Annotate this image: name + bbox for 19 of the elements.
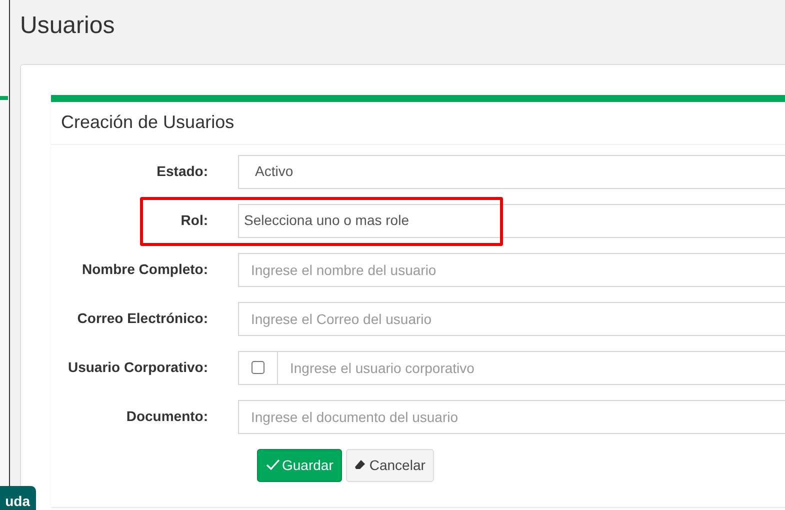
page-title: Usuarios (20, 11, 116, 41)
sidebar-marker (0, 96, 8, 100)
input-field[interactable]: Ingrese el Correo del usuario (238, 302, 785, 336)
input-field[interactable]: Ingrese el nombre del usuario (238, 252, 785, 287)
input-field[interactable]: Ingrese el documento del usuario (238, 400, 785, 434)
input-field[interactable]: Ingrese el usuario corporativo (277, 350, 785, 385)
field-label: Estado: (156, 162, 209, 182)
field-label: Usuario Corporativo: (66, 358, 209, 378)
field-label: Correo Electrónico: (76, 309, 209, 328)
check-icon (266, 459, 280, 472)
select-field[interactable]: Selecciona uno o mas role (238, 204, 785, 238)
field-label: Rol: (180, 211, 209, 230)
field-label: Documento: (125, 407, 209, 426)
panel-title: Creación de Usuarios (51, 102, 785, 145)
eraser-icon (355, 460, 366, 470)
cancel-button[interactable]: Cancelar (346, 448, 434, 482)
help-button[interactable]: uda (0, 486, 36, 510)
select-field[interactable]: Activo (238, 154, 785, 189)
field-label: Nombre Completo: (81, 260, 209, 280)
